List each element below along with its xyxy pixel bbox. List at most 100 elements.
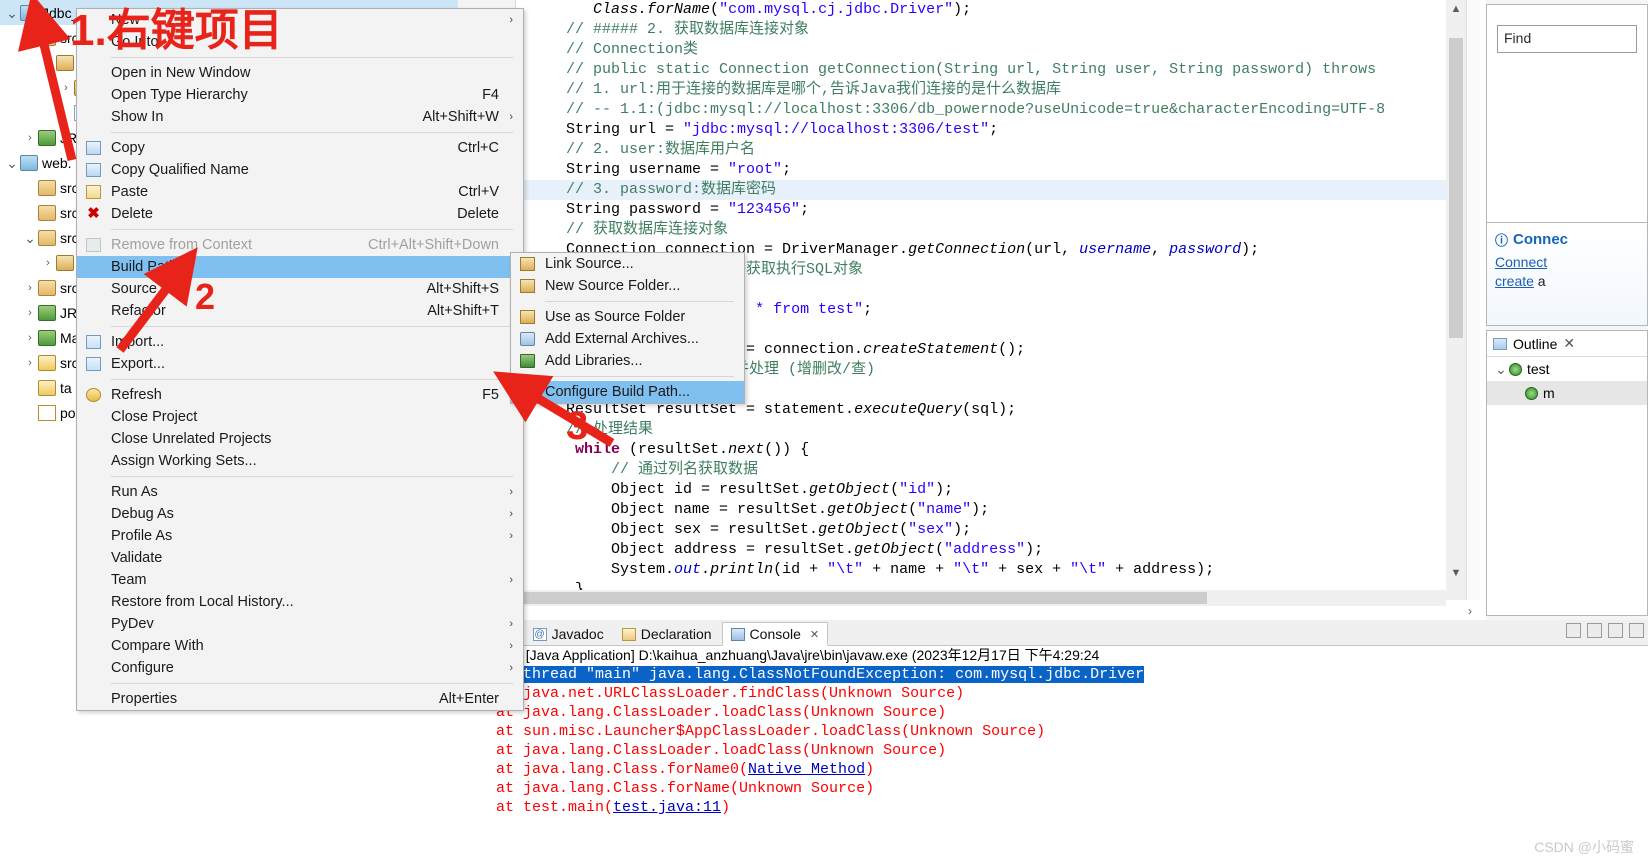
outline-item-m[interactable]: m	[1487, 381, 1647, 405]
chevron-down-icon[interactable]: ⌄	[4, 156, 20, 170]
menu-item-configure[interactable]: Configure ›	[77, 657, 523, 679]
menu-item-properties[interactable]: Properties Alt+Enter	[77, 688, 523, 710]
menu-item-paste[interactable]: Paste Ctrl+V	[77, 181, 523, 203]
console-remove-button[interactable]	[1608, 623, 1623, 638]
menu-item-compare-with[interactable]: Compare With ›	[77, 635, 523, 657]
tab-declaration[interactable]: Declaration	[614, 622, 720, 646]
menu-item-close-project[interactable]: Close Project	[77, 406, 523, 428]
chevron-right-icon[interactable]: ›	[40, 257, 56, 269]
close-icon[interactable]: ✕	[810, 628, 819, 641]
chevron-down-icon[interactable]: ⌄	[4, 6, 20, 20]
menu-item-delete[interactable]: ✖ Delete Delete	[77, 203, 523, 225]
menu-item-source[interactable]: SourceAlt+Shift+S›	[77, 278, 523, 300]
menu-item-run-as[interactable]: Run As ›	[77, 481, 523, 503]
bottom-tab-bar[interactable]: lems@JavadocDeclarationConsole✕	[458, 620, 1648, 646]
menu-item-use-as-source-folder[interactable]: Use as Source Folder	[511, 306, 744, 328]
menu-item-assign-working-sets[interactable]: Assign Working Sets...	[77, 450, 523, 472]
code-line[interactable]: Object id = resultSet.getObject("id");	[517, 480, 1446, 500]
code-line[interactable]: // public static Connection getConnectio…	[517, 60, 1446, 80]
chevron-right-icon[interactable]: ›	[22, 307, 38, 319]
editor-overview-ruler[interactable]	[1466, 0, 1480, 600]
code-line[interactable]: String url = "jdbc:mysql://localhost:330…	[517, 120, 1446, 140]
editor-horizontal-scrollbar[interactable]	[517, 590, 1446, 606]
console-line[interactable]: ated> test [Java Application] D:\kaihua_…	[460, 646, 1648, 665]
code-line[interactable]: Object sex = resultSet.getObject("sex");	[517, 520, 1446, 540]
console-line[interactable]: at java.lang.ClassLoader.loadClass(Unkno…	[460, 703, 1648, 722]
outline-tab[interactable]: Outline ✕	[1487, 331, 1647, 357]
code-line[interactable]: Object name = resultSet.getObject("name"…	[517, 500, 1446, 520]
menu-item-copy-qualified-name[interactable]: Copy Qualified Name	[77, 159, 523, 181]
console-line[interactable]: at java.lang.Class.forName0(Native Metho…	[460, 760, 1648, 779]
code-line[interactable]: // 处理结果	[517, 420, 1446, 440]
menu-item-debug-as[interactable]: Debug As ›	[77, 503, 523, 525]
chevron-right-icon[interactable]: ›	[58, 82, 74, 94]
editor-scroll-right-arrow[interactable]: ›	[1460, 602, 1480, 620]
code-line[interactable]: // 获取数据库连接对象	[517, 220, 1446, 240]
chevron-down-icon[interactable]: ▼	[1446, 564, 1466, 582]
chevron-right-icon[interactable]: ›	[22, 132, 38, 144]
menu-item-close-unrelated-projects[interactable]: Close Unrelated Projects	[77, 428, 523, 450]
menu-item-link-source[interactable]: Link Source...	[511, 253, 744, 275]
menu-item-add-external-archives[interactable]: Add External Archives...	[511, 328, 744, 350]
menu-item-team[interactable]: Team ›	[77, 569, 523, 591]
console-terminate-button[interactable]	[1587, 623, 1602, 638]
code-line[interactable]: // 3. password:数据库密码	[517, 180, 1446, 200]
menu-item-export[interactable]: Export...	[77, 353, 523, 375]
code-line[interactable]: while (resultSet.next()) {	[517, 440, 1446, 460]
editor-vertical-scrollbar[interactable]: ▲ ▼	[1446, 0, 1466, 600]
outline-view[interactable]: Outline ✕ ⌄ test m	[1486, 330, 1648, 616]
code-line[interactable]: String username = "root";	[517, 160, 1446, 180]
code-line[interactable]: // Connection类	[517, 40, 1446, 60]
console-line[interactable]: at java.lang.Class.forName(Unknown Sourc…	[460, 779, 1648, 798]
menu-item-open-in-new-window[interactable]: Open in New Window	[77, 62, 523, 84]
chevron-down-icon[interactable]: ⌄	[1493, 362, 1509, 376]
menu-item-show-in[interactable]: Show In Alt+Shift+W ›	[77, 106, 523, 128]
console-clear-button[interactable]	[1566, 623, 1581, 638]
menu-item-import[interactable]: Import...	[77, 331, 523, 353]
menu-item-profile-as[interactable]: Profile As ›	[77, 525, 523, 547]
menu-item-restore-from-local-history[interactable]: Restore from Local History...	[77, 591, 523, 613]
chevron-right-icon[interactable]: ›	[22, 357, 38, 369]
menu-item-pydev[interactable]: PyDev ›	[77, 613, 523, 635]
code-line[interactable]: System.out.println(id + "\t" + name + "\…	[517, 560, 1446, 580]
menu-item-go-into[interactable]: Go Into	[77, 31, 523, 53]
scrollbar-thumb-h[interactable]	[517, 592, 1207, 604]
menu-item-configure-build-path[interactable]: Configure Build Path...	[511, 381, 744, 403]
console-output[interactable]: ated> test [Java Application] D:\kaihua_…	[458, 646, 1648, 863]
chevron-down-icon[interactable]: ⌄	[22, 231, 38, 245]
console-line[interactable]: at java.lang.ClassLoader.loadClass(Unkno…	[460, 741, 1648, 760]
tab-javadoc[interactable]: @ Javadoc	[525, 622, 612, 646]
menu-item-refactor[interactable]: RefactorAlt+Shift+T›	[77, 300, 523, 322]
menu-item-open-type-hierarchy[interactable]: Open Type Hierarchy F4	[77, 84, 523, 106]
hint-link-1[interactable]: Connect	[1495, 254, 1547, 270]
chevron-down-icon[interactable]: ⌄	[40, 56, 56, 70]
scrollbar-thumb[interactable]	[1449, 38, 1463, 338]
console-view-menu-button[interactable]	[1629, 623, 1644, 638]
find-input[interactable]: Find	[1497, 25, 1637, 53]
code-line[interactable]: // ##### 2. 获取数据库连接对象	[517, 20, 1446, 40]
console-line[interactable]: ion in thread "main" java.lang.ClassNotF…	[460, 665, 1648, 684]
code-line[interactable]: // 1. url:用于连接的数据库是哪个,告诉Java我们连接的是什么数据库	[517, 80, 1446, 100]
code-line[interactable]: Object address = resultSet.getObject("ad…	[517, 540, 1446, 560]
code-line[interactable]: Class.forName("com.mysql.cj.jdbc.Driver"…	[517, 0, 1446, 20]
menu-item-new-source-folder[interactable]: New Source Folder...	[511, 275, 744, 297]
chevron-right-icon[interactable]: ›	[22, 282, 38, 294]
code-line[interactable]: String password = "123456";	[517, 200, 1446, 220]
menu-item-build-path[interactable]: Build Path›	[77, 256, 523, 278]
code-line[interactable]: // -- 1.1:(jdbc:mysql://localhost:3306/d…	[517, 100, 1446, 120]
menu-item-validate[interactable]: Validate	[77, 547, 523, 569]
build-path-submenu[interactable]: Link Source... New Source Folder... Use as…	[510, 252, 745, 404]
console-line[interactable]: at test.main(test.java:11)	[460, 798, 1648, 817]
chevron-right-icon[interactable]: ›	[22, 332, 38, 344]
chevron-up-icon[interactable]: ▲	[1446, 0, 1466, 18]
console-line[interactable]: at java.net.URLClassLoader.findClass(Unk…	[460, 684, 1648, 703]
console-line[interactable]: at sun.misc.Launcher$AppClassLoader.load…	[460, 722, 1648, 741]
menu-item-add-libraries[interactable]: Add Libraries...	[511, 350, 744, 372]
project-context-menu[interactable]: New › Go Into Open in New Window Open Type H…	[76, 8, 524, 711]
tab-console[interactable]: Console ✕	[721, 622, 829, 646]
menu-item-copy[interactable]: Copy Ctrl+C	[77, 137, 523, 159]
code-line[interactable]: // 通过列名获取数据	[517, 460, 1446, 480]
menu-item-refresh[interactable]: Refresh F5	[77, 384, 523, 406]
menu-item-new[interactable]: New ›	[77, 9, 523, 31]
code-line[interactable]: // 2. user:数据库用户名	[517, 140, 1446, 160]
